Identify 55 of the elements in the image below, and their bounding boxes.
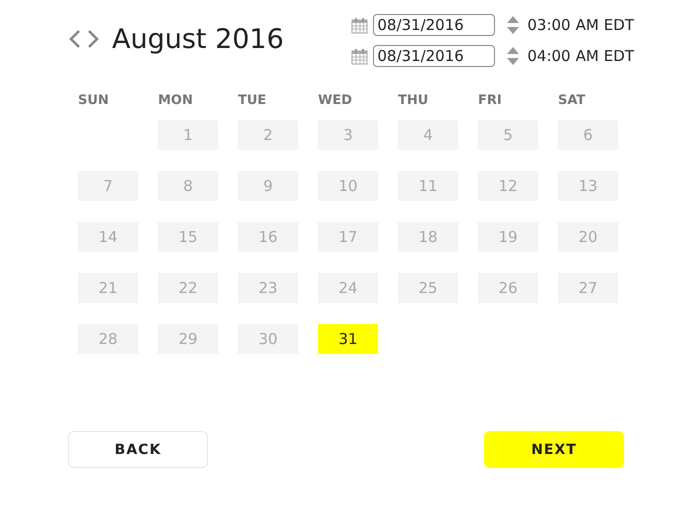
calendar-day: 28 bbox=[78, 324, 138, 354]
previous-month-icon[interactable] bbox=[68, 28, 82, 50]
timezone-text: EDT bbox=[604, 16, 634, 34]
weekday-label: THU bbox=[398, 93, 430, 105]
next-button[interactable]: NEXT bbox=[484, 431, 624, 468]
calendar-day: 19 bbox=[478, 222, 538, 252]
calendar-day: 24 bbox=[318, 273, 378, 303]
calendar-day: 26 bbox=[478, 273, 538, 303]
calendar-day: 17 bbox=[318, 222, 378, 252]
weekday-label: TUE bbox=[238, 93, 268, 105]
up-down-arrows-icon[interactable] bbox=[506, 46, 520, 66]
next-month-icon[interactable] bbox=[86, 28, 100, 50]
calendar-day: 8 bbox=[158, 171, 218, 201]
date-field[interactable]: 08/31/2016 bbox=[373, 14, 496, 36]
calendar-day: 12 bbox=[478, 171, 538, 201]
date-field[interactable]: 08/31/2016 bbox=[373, 45, 496, 67]
calendar-day: 25 bbox=[398, 273, 458, 303]
weekday-label: FRI bbox=[478, 93, 503, 105]
weekday-label: SAT bbox=[558, 93, 586, 105]
calendar-day: 7 bbox=[78, 171, 138, 201]
weekday-label: WED bbox=[318, 93, 354, 105]
calendar-day: 29 bbox=[158, 324, 218, 354]
back-button[interactable]: BACK bbox=[68, 431, 208, 468]
calendar-day: 20 bbox=[558, 222, 618, 252]
timezone-text: EDT bbox=[604, 47, 634, 65]
calendar-day: 6 bbox=[558, 120, 618, 150]
month-title: August 2016 bbox=[112, 24, 284, 54]
time-text: 03:00 bbox=[527, 16, 571, 34]
calendar-day: 13 bbox=[558, 171, 618, 201]
calendar-day: 18 bbox=[398, 222, 458, 252]
calendar-day: 9 bbox=[238, 171, 298, 201]
am-pm-text: AM bbox=[576, 47, 599, 65]
calendar-day: 11 bbox=[398, 171, 458, 201]
time-text: 04:00 bbox=[527, 47, 571, 65]
calendar-icon[interactable] bbox=[351, 48, 368, 64]
calendar-day: 4 bbox=[398, 120, 458, 150]
calendar-day: 30 bbox=[238, 324, 298, 354]
calendar-day: 21 bbox=[78, 273, 138, 303]
calendar-day: 22 bbox=[158, 273, 218, 303]
calendar-day: 27 bbox=[558, 273, 618, 303]
weekday-label: SUN bbox=[78, 93, 110, 105]
calendar-day: 1 bbox=[158, 120, 218, 150]
calendar-day: 3 bbox=[318, 120, 378, 150]
weekday-label: MON bbox=[158, 93, 194, 105]
calendar-day: 23 bbox=[238, 273, 298, 303]
am-pm-text: AM bbox=[576, 16, 599, 34]
calendar-day: 5 bbox=[478, 120, 538, 150]
calendar-icon[interactable] bbox=[351, 16, 368, 34]
calendar-day: 2 bbox=[238, 120, 298, 150]
calendar-day: 10 bbox=[318, 171, 378, 201]
calendar-day: 16 bbox=[238, 222, 298, 252]
calendar-day: 14 bbox=[78, 222, 138, 252]
calendar-day: 15 bbox=[158, 222, 218, 252]
up-down-arrows-icon[interactable] bbox=[506, 15, 520, 35]
calendar-day[interactable]: 31 bbox=[318, 324, 378, 354]
